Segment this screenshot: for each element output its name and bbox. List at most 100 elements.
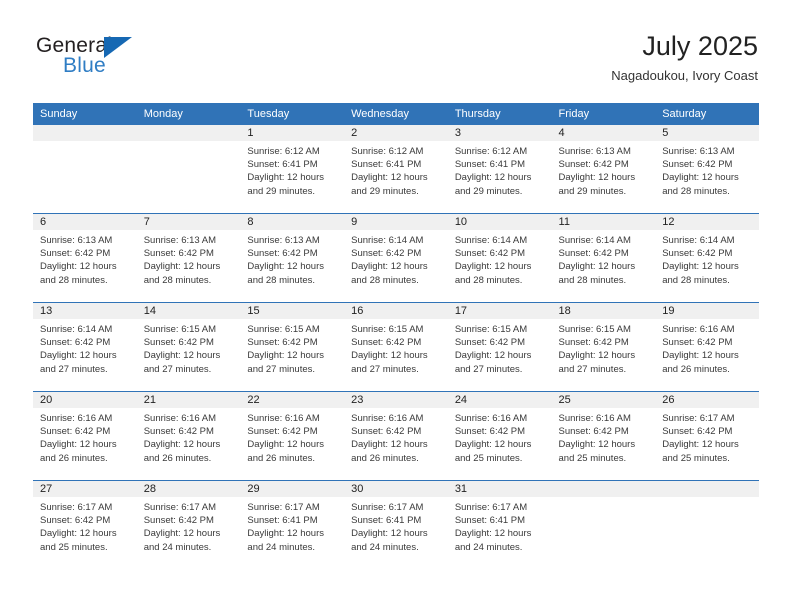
daylight-text: Daylight: 12 hours and 26 minutes. bbox=[351, 439, 428, 464]
day-number bbox=[655, 481, 759, 497]
brand-logo[interactable]: General Blue bbox=[34, 34, 264, 90]
sunrise-text: Sunrise: 6:17 AM bbox=[143, 502, 217, 513]
sunrise-text: Sunrise: 6:14 AM bbox=[40, 324, 113, 335]
calendar-week-row: 6 Sunrise: 6:13 AM Sunset: 6:42 PM Daylight… bbox=[33, 213, 759, 303]
sunset-text: Sunset: 6:42 PM bbox=[40, 337, 111, 349]
sunrise-text: Sunrise: 6:17 AM bbox=[40, 502, 113, 513]
calendar-cell-day[interactable]: 28 Sunrise: 6:17 AM Sunset: 6:42 PM Dayligh… bbox=[136, 480, 241, 569]
calendar-cell-day[interactable]: 19 Sunrise: 6:16 AM Sunset: 6:42 PM Dayligh… bbox=[655, 302, 759, 392]
day-cell: 1 Sunrise: 6:12 AM Sunset: 6:41 PM Daylight… bbox=[240, 125, 345, 213]
sunset-text: Sunset: 6:42 PM bbox=[454, 248, 526, 260]
calendar-cell-day[interactable]: 4 Sunrise: 6:13 AM Sunset: 6:42 PM Daylight… bbox=[551, 125, 656, 214]
day-sun-info: Sunrise: 6:13 AM Sunset: 6:42 PM Daylight:… bbox=[655, 141, 759, 198]
sunrise-text: Sunrise: 6:15 AM bbox=[351, 324, 424, 335]
day-sun-info: Sunrise: 6:17 AM Sunset: 6:42 PM Daylight:… bbox=[655, 408, 759, 465]
calendar-cell-day[interactable]: 17 Sunrise: 6:15 AM Sunset: 6:42 PM Dayligh… bbox=[447, 302, 552, 392]
day-number: 11 bbox=[551, 214, 656, 230]
day-cell: 14 Sunrise: 6:15 AM Sunset: 6:42 PM Dayligh… bbox=[136, 303, 241, 391]
calendar-cell-day[interactable]: 3 Sunrise: 6:12 AM Sunset: 6:41 PM Daylight… bbox=[447, 125, 552, 214]
daylight-text: Daylight: 12 hours and 26 minutes. bbox=[40, 439, 117, 464]
daylight-text: Daylight: 12 hours and 27 minutes. bbox=[558, 350, 636, 375]
day-cell: 7 Sunrise: 6:13 AM Sunset: 6:42 PM Daylight… bbox=[136, 214, 241, 302]
day-sun-info: Sunrise: 6:16 AM Sunset: 6:42 PM Daylight:… bbox=[655, 319, 759, 376]
day-sun-info: Sunrise: 6:16 AM Sunset: 6:42 PM Daylight:… bbox=[448, 408, 552, 465]
calendar-cell-day[interactable]: 9 Sunrise: 6:14 AM Sunset: 6:42 PM Daylight… bbox=[344, 213, 448, 303]
calendar-cell-empty bbox=[655, 480, 759, 569]
day-sun-info: Sunrise: 6:14 AM Sunset: 6:42 PM Daylight:… bbox=[655, 230, 759, 287]
calendar-cell-day[interactable]: 10 Sunrise: 6:14 AM Sunset: 6:42 PM Dayligh… bbox=[447, 213, 552, 303]
calendar-cell-day[interactable]: 18 Sunrise: 6:15 AM Sunset: 6:42 PM Dayligh… bbox=[551, 302, 656, 392]
day-cell: 5 Sunrise: 6:13 AM Sunset: 6:42 PM Daylight… bbox=[655, 125, 759, 213]
calendar-cell-day[interactable]: 31 Sunrise: 6:17 AM Sunset: 6:41 PM Dayligh… bbox=[447, 480, 552, 569]
day-number: 25 bbox=[551, 392, 656, 408]
calendar-cell-empty bbox=[33, 125, 137, 214]
day-cell: 23 Sunrise: 6:16 AM Sunset: 6:42 PM Dayligh… bbox=[344, 392, 448, 480]
sunset-text: Sunset: 6:41 PM bbox=[351, 515, 422, 527]
sunrise-text: Sunrise: 6:15 AM bbox=[247, 324, 320, 335]
daylight-text: Daylight: 12 hours and 25 minutes. bbox=[662, 439, 739, 464]
daylight-text: Daylight: 12 hours and 26 minutes. bbox=[247, 439, 324, 464]
calendar-cell-day[interactable]: 21 Sunrise: 6:16 AM Sunset: 6:42 PM Dayligh… bbox=[136, 391, 241, 481]
calendar-cell-day[interactable]: 26 Sunrise: 6:17 AM Sunset: 6:42 PM Dayligh… bbox=[655, 391, 759, 481]
calendar-cell-day[interactable]: 22 Sunrise: 6:16 AM Sunset: 6:42 PM Dayligh… bbox=[240, 391, 345, 481]
calendar-week-row: 1 Sunrise: 6:12 AM Sunset: 6:41 PM Daylight… bbox=[33, 125, 759, 214]
calendar-cell-day[interactable]: 8 Sunrise: 6:13 AM Sunset: 6:42 PM Daylight… bbox=[240, 213, 345, 303]
sunset-text: Sunset: 6:42 PM bbox=[662, 337, 733, 349]
calendar-cell-day[interactable]: 20 Sunrise: 6:16 AM Sunset: 6:42 PM Dayligh… bbox=[33, 391, 137, 481]
day-sun-info: Sunrise: 6:12 AM Sunset: 6:41 PM Daylight:… bbox=[448, 141, 552, 198]
calendar-cell-day[interactable]: 27 Sunrise: 6:17 AM Sunset: 6:42 PM Dayligh… bbox=[33, 480, 137, 569]
calendar-cell-day[interactable]: 13 Sunrise: 6:14 AM Sunset: 6:42 PM Dayligh… bbox=[33, 302, 137, 392]
calendar-cell-day[interactable]: 24 Sunrise: 6:16 AM Sunset: 6:42 PM Dayligh… bbox=[447, 391, 552, 481]
day-number: 5 bbox=[655, 125, 759, 141]
daylight-text: Daylight: 12 hours and 29 minutes. bbox=[454, 172, 532, 197]
day-cell bbox=[655, 481, 759, 569]
day-sun-info: Sunrise: 6:17 AM Sunset: 6:41 PM Daylight:… bbox=[240, 497, 344, 554]
calendar-cell-day[interactable]: 7 Sunrise: 6:13 AM Sunset: 6:42 PM Daylight… bbox=[136, 213, 241, 303]
calendar-cell-day[interactable]: 1 Sunrise: 6:12 AM Sunset: 6:41 PM Daylight… bbox=[240, 125, 345, 214]
calendar-cell-day[interactable]: 2 Sunrise: 6:12 AM Sunset: 6:41 PM Daylight… bbox=[344, 125, 448, 214]
sunrise-text: Sunrise: 6:13 AM bbox=[558, 146, 631, 157]
calendar-page: General Blue July 2025 Nagadoukou, Ivory… bbox=[0, 0, 792, 612]
sunrise-text: Sunrise: 6:13 AM bbox=[143, 235, 217, 246]
day-number: 6 bbox=[33, 214, 137, 230]
day-sun-info: Sunrise: 6:13 AM Sunset: 6:42 PM Daylight:… bbox=[137, 230, 241, 287]
sunset-text: Sunset: 6:41 PM bbox=[454, 515, 526, 527]
day-number: 21 bbox=[136, 392, 241, 408]
calendar-week-row: 20 Sunrise: 6:16 AM Sunset: 6:42 PM Dayligh… bbox=[33, 391, 759, 481]
daylight-text: Daylight: 12 hours and 28 minutes. bbox=[662, 172, 739, 197]
day-cell: 28 Sunrise: 6:17 AM Sunset: 6:42 PM Dayligh… bbox=[136, 481, 241, 569]
day-cell: 21 Sunrise: 6:16 AM Sunset: 6:42 PM Dayligh… bbox=[136, 392, 241, 480]
day-number: 15 bbox=[240, 303, 345, 319]
day-number: 23 bbox=[344, 392, 448, 408]
daylight-text: Daylight: 12 hours and 25 minutes. bbox=[454, 439, 532, 464]
calendar-cell-day[interactable]: 29 Sunrise: 6:17 AM Sunset: 6:41 PM Dayligh… bbox=[240, 480, 345, 569]
sunrise-text: Sunrise: 6:16 AM bbox=[351, 413, 424, 424]
calendar-cell-day[interactable]: 15 Sunrise: 6:15 AM Sunset: 6:42 PM Dayligh… bbox=[240, 302, 345, 392]
calendar-cell-day[interactable]: 14 Sunrise: 6:15 AM Sunset: 6:42 PM Dayligh… bbox=[136, 302, 241, 392]
daylight-text: Daylight: 12 hours and 25 minutes. bbox=[558, 439, 636, 464]
day-number: 20 bbox=[33, 392, 137, 408]
day-cell: 8 Sunrise: 6:13 AM Sunset: 6:42 PM Daylight… bbox=[240, 214, 345, 302]
calendar-cell-day[interactable]: 6 Sunrise: 6:13 AM Sunset: 6:42 PM Daylight… bbox=[33, 213, 137, 303]
calendar-cell-day[interactable]: 23 Sunrise: 6:16 AM Sunset: 6:42 PM Dayligh… bbox=[344, 391, 448, 481]
calendar-cell-day[interactable]: 5 Sunrise: 6:13 AM Sunset: 6:42 PM Daylight… bbox=[655, 125, 759, 214]
calendar-cell-day[interactable]: 16 Sunrise: 6:15 AM Sunset: 6:42 PM Dayligh… bbox=[344, 302, 448, 392]
day-cell: 12 Sunrise: 6:14 AM Sunset: 6:42 PM Dayligh… bbox=[655, 214, 759, 302]
calendar-cell-day[interactable]: 25 Sunrise: 6:16 AM Sunset: 6:42 PM Dayligh… bbox=[551, 391, 656, 481]
sunrise-text: Sunrise: 6:13 AM bbox=[662, 146, 735, 157]
sunrise-text: Sunrise: 6:13 AM bbox=[40, 235, 113, 246]
day-cell: 22 Sunrise: 6:16 AM Sunset: 6:42 PM Dayligh… bbox=[240, 392, 345, 480]
calendar-cell-day[interactable]: 30 Sunrise: 6:17 AM Sunset: 6:41 PM Dayligh… bbox=[344, 480, 448, 569]
sunrise-text: Sunrise: 6:16 AM bbox=[558, 413, 631, 424]
day-number: 22 bbox=[240, 392, 345, 408]
day-number: 19 bbox=[655, 303, 759, 319]
day-cell: 4 Sunrise: 6:13 AM Sunset: 6:42 PM Daylight… bbox=[551, 125, 656, 213]
title-block: July 2025 Nagadoukou, Ivory Coast bbox=[611, 30, 758, 85]
calendar-cell-day[interactable]: 12 Sunrise: 6:14 AM Sunset: 6:42 PM Dayligh… bbox=[655, 213, 759, 303]
daylight-text: Daylight: 12 hours and 29 minutes. bbox=[558, 172, 636, 197]
weekday-header-wednesday: Wednesday bbox=[344, 103, 448, 125]
calendar-cell-day[interactable]: 11 Sunrise: 6:14 AM Sunset: 6:42 PM Dayligh… bbox=[551, 213, 656, 303]
sunrise-text: Sunrise: 6:14 AM bbox=[558, 235, 631, 246]
daylight-text: Daylight: 12 hours and 28 minutes. bbox=[351, 261, 428, 286]
day-sun-info: Sunrise: 6:17 AM Sunset: 6:41 PM Daylight:… bbox=[448, 497, 552, 554]
